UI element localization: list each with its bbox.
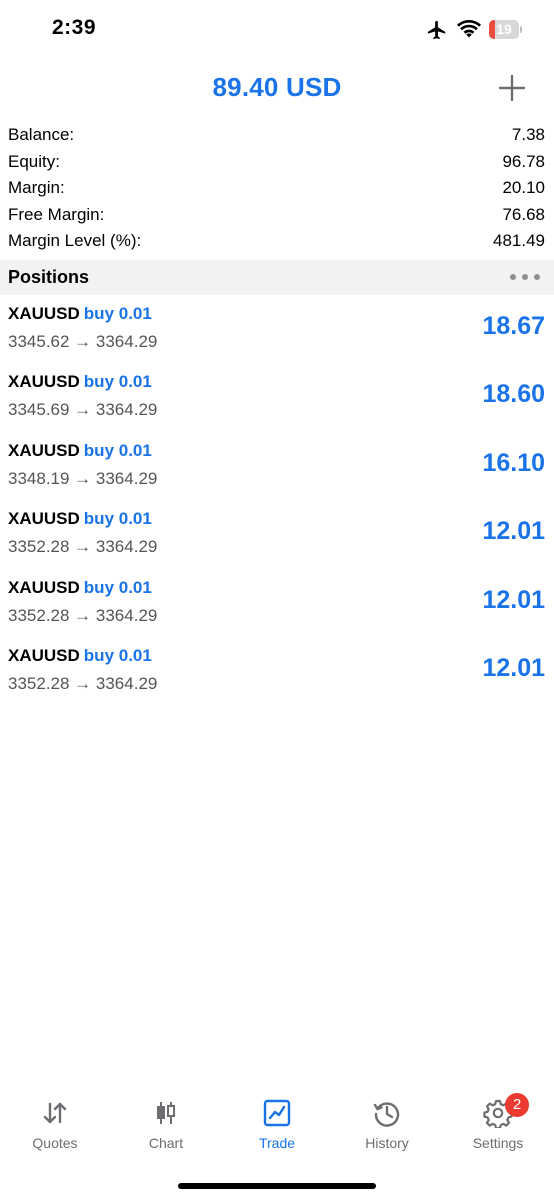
position-type: buy 0.01 — [83, 440, 152, 460]
summary-row-equity: Equity: 96.78 — [0, 149, 554, 176]
battery-level-text: 19 — [496, 21, 512, 37]
positions-list: XAUUSD buy 0.01 3345.62 → 3364.29 18.67 X… — [0, 298, 554, 708]
summary-label: Equity: — [8, 151, 60, 171]
tab-label: Trade — [258, 1135, 296, 1151]
position-row[interactable]: XAUUSD buy 0.01 3348.19 → 3364.29 16.10 — [0, 435, 554, 503]
summary-value: 76.68 — [502, 204, 545, 224]
home-indicator[interactable] — [178, 1183, 376, 1189]
tab-quotes[interactable]: Quotes — [0, 1088, 110, 1158]
history-clock-icon — [373, 1102, 400, 1127]
position-row[interactable]: XAUUSD buy 0.01 3345.69 → 3364.29 18.60 — [0, 366, 554, 434]
position-symbol: XAUUSD — [8, 440, 80, 460]
account-equity-title: 89.40 USD — [212, 72, 342, 102]
position-profit: 12.01 — [482, 585, 545, 614]
tab-label: Chart — [148, 1135, 184, 1151]
position-profit: 12.01 — [482, 517, 545, 546]
summary-label: Margin: — [8, 178, 65, 197]
positions-section-header: Positions — [0, 260, 554, 295]
position-profit: 18.60 — [482, 380, 545, 409]
tab-trade[interactable]: Trade — [222, 1088, 332, 1158]
trade-chart-icon — [263, 1099, 291, 1127]
summary-value: 20.10 — [502, 178, 545, 197]
plus-icon[interactable] — [496, 72, 528, 104]
position-type: buy 0.01 — [83, 577, 152, 597]
position-profit: 18.67 — [482, 312, 545, 340]
position-row[interactable]: XAUUSD buy 0.01 3352.28 → 3364.29 12.01 — [0, 640, 554, 708]
position-row[interactable]: XAUUSD buy 0.01 3352.28 → 3364.29 12.01 — [0, 572, 554, 640]
position-type: buy 0.01 — [83, 304, 152, 323]
position-prices: 3352.28 → 3364.29 — [8, 605, 158, 625]
position-type: buy 0.01 — [83, 645, 152, 665]
position-symbol: XAUUSD — [8, 509, 80, 529]
tab-chart[interactable]: Chart — [111, 1088, 221, 1158]
summary-label: Margin Level (%): — [8, 231, 142, 250]
position-row[interactable]: XAUUSD buy 0.01 3352.28 → 3364.29 12.01 — [0, 503, 554, 571]
battery-indicator: 19 — [489, 20, 522, 39]
position-type: buy 0.01 — [83, 372, 152, 392]
more-horizontal-icon[interactable] — [510, 271, 540, 283]
summary-row-free-margin: Free Margin: 76.68 — [0, 202, 554, 229]
position-prices: 3352.28 → 3364.29 — [8, 673, 158, 693]
summary-value: 96.78 — [502, 151, 545, 171]
position-row[interactable]: XAUUSD buy 0.01 3345.62 → 3364.29 18.67 — [0, 298, 554, 366]
summary-row-margin-level: Margin Level (%): 481.49 — [0, 228, 554, 255]
position-symbol: XAUUSD — [8, 645, 80, 665]
position-profit: 16.10 — [482, 448, 545, 477]
airplane-mode-icon — [427, 20, 446, 40]
position-symbol: XAUUSD — [8, 304, 80, 323]
tab-label: Settings — [472, 1135, 524, 1151]
summary-row-balance: Balance: 7.38 — [0, 122, 554, 149]
position-prices: 3348.19 → 3364.29 — [8, 468, 158, 488]
status-time: 2:39 — [52, 16, 97, 39]
tab-history[interactable]: History — [332, 1088, 442, 1158]
status-bar: 2:39 19 — [0, 0, 554, 60]
notification-badge: 2 — [505, 1093, 529, 1117]
position-symbol: XAUUSD — [8, 372, 80, 392]
position-symbol: XAUUSD — [8, 577, 80, 597]
position-prices: 3345.62 → 3364.29 — [8, 332, 158, 351]
summary-value: 481.49 — [493, 231, 545, 250]
tab-bar: Quotes Chart Trade History 2 Settings — [0, 1088, 554, 1168]
summary-label: Balance: — [8, 125, 75, 144]
positions-title: Positions — [8, 267, 90, 287]
wifi-icon — [457, 20, 481, 38]
account-summary: Balance: 7.38 Equity: 96.78 Margin: 20.1… — [0, 122, 554, 255]
summary-row-margin: Margin: 20.10 — [0, 175, 554, 202]
position-type: buy 0.01 — [83, 509, 152, 529]
tab-settings[interactable]: 2 Settings — [443, 1088, 553, 1158]
position-profit: 12.01 — [482, 653, 545, 682]
quotes-arrows-icon — [43, 1102, 67, 1124]
position-prices: 3345.69 → 3364.29 — [8, 400, 158, 420]
candlestick-chart-icon — [157, 1102, 175, 1124]
summary-label: Free Margin: — [8, 204, 105, 224]
summary-value: 7.38 — [511, 125, 545, 144]
tab-label: History — [365, 1135, 409, 1151]
position-prices: 3352.28 → 3364.29 — [8, 537, 158, 557]
tab-label: Quotes — [32, 1135, 78, 1151]
